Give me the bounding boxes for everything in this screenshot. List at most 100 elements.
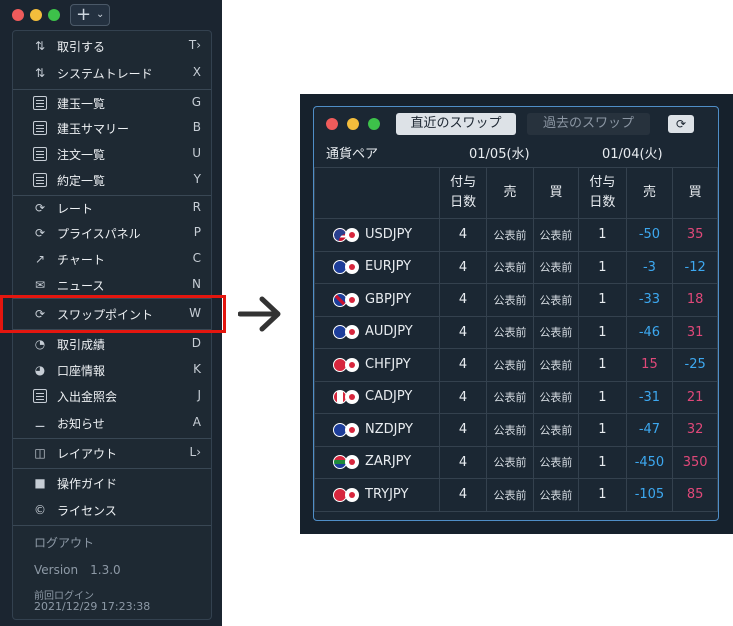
sell-swap-value: -450 (625, 445, 674, 479)
pair-name: AUDJPY (365, 324, 413, 340)
buy-swap-value: 350 (672, 445, 718, 479)
jpy-flag-icon (345, 455, 359, 470)
days-cell: 1 (578, 445, 627, 479)
menu-item-layout[interactable]: ◫ レイアウト L› (13, 441, 211, 467)
version-label: Version 1.3.0 (34, 563, 121, 577)
days-cell: 1 (578, 348, 627, 382)
sell-cell: 公表前 (486, 315, 534, 349)
list-icon (33, 173, 47, 187)
submenu-indicator: T› (188, 38, 201, 52)
maximize-window-button[interactable] (368, 118, 380, 130)
buy-swap-value: -25 (672, 348, 718, 382)
list-icon (33, 96, 47, 110)
menu-item-executions[interactable]: 約定一覧 Y (13, 168, 211, 194)
logout-link[interactable]: ログアウト (34, 534, 94, 551)
menu-item-price-panel[interactable]: ⟳ プライスパネル P (13, 221, 211, 247)
minimize-window-button[interactable] (347, 118, 359, 130)
sell-cell: 公表前 (486, 413, 534, 447)
days-cell: 4 (438, 315, 488, 349)
submenu-indicator: L› (189, 445, 202, 459)
days-col-2: 付与 日数 (578, 167, 627, 219)
menu-item-positions[interactable]: 建玉一覧 G (13, 91, 211, 117)
table-row: NZDJPY 4 公表前 公表前 1 -47 32 (314, 413, 718, 447)
maximize-window-button[interactable] (48, 9, 60, 21)
sell-cell: 公表前 (486, 478, 534, 512)
days-cell: 4 (438, 413, 488, 447)
tab-past-swap[interactable]: 過去のスワップ (527, 113, 650, 135)
days-cell: 1 (578, 218, 627, 252)
buy-col-2: 買 (672, 167, 718, 219)
trade-icon: ⇅ (34, 39, 46, 53)
pair-cell: CADJPY (314, 380, 440, 414)
date1-header: 01/05(水) (469, 147, 530, 162)
days-cell: 4 (438, 380, 488, 414)
jpy-flag-icon (345, 227, 359, 242)
minimize-window-button[interactable] (30, 9, 42, 21)
swap-table: 付与 日数 売 買 付与 日数 売 買 USDJPY 4 公表前 公表前 1 -50 35 EUR… (314, 167, 718, 512)
table-row: USDJPY 4 公表前 公表前 1 -50 35 (314, 218, 718, 252)
menu-item-position-summary[interactable]: 建玉サマリー B (13, 116, 211, 142)
sell-cell: 公表前 (486, 218, 534, 252)
highlight-box (0, 295, 226, 333)
sell-swap-value: -46 (625, 315, 674, 349)
days-cell: 4 (438, 348, 488, 382)
days-cell: 1 (578, 413, 627, 447)
menu-item-performance[interactable]: ◔ 取引成績 D (13, 332, 211, 358)
sell-cell: 公表前 (486, 445, 534, 479)
table-row: GBPJPY 4 公表前 公表前 1 -33 18 (314, 283, 718, 317)
sell-swap-value: -3 (625, 250, 674, 284)
refresh-icon: ⟳ (675, 117, 687, 131)
chevron-down-icon: ⌄ (96, 9, 105, 20)
news-icon: ✉ (34, 278, 46, 292)
sell-swap-value: -31 (625, 380, 674, 414)
sell-col-2: 売 (625, 167, 674, 219)
jpy-flag-icon (345, 422, 359, 437)
close-window-button[interactable] (326, 118, 338, 130)
system-trade-icon: ⇅ (34, 66, 46, 80)
buy-cell: 公表前 (532, 380, 580, 414)
menu-item-notice[interactable]: ⚊ お知らせ A (13, 411, 211, 437)
jpy-flag-icon (345, 260, 359, 275)
buy-swap-value: 35 (672, 218, 718, 252)
new-window-button[interactable]: + ⌄ (70, 4, 110, 26)
menu-item-rate[interactable]: ⟳ レート R (13, 196, 211, 222)
rate-icon: ⟳ (34, 201, 46, 215)
table-row: CADJPY 4 公表前 公表前 1 -31 21 (314, 380, 718, 414)
sell-swap-value: 15 (625, 348, 674, 382)
table-row: TRYJPY 4 公表前 公表前 1 -105 85 (314, 478, 718, 512)
account-icon: ◕ (34, 363, 46, 377)
buy-swap-value: -12 (672, 250, 718, 284)
menu-item-guide[interactable]: ■ 操作ガイド (13, 471, 211, 497)
buy-cell: 公表前 (532, 315, 580, 349)
sell-cell: 公表前 (486, 250, 534, 284)
copyright-icon: © (34, 503, 46, 517)
last-login-time: 2021/12/29 17:23:38 (34, 600, 151, 613)
days-cell: 4 (438, 218, 488, 252)
bell-icon: ⚊ (34, 416, 46, 430)
menu-item-chart[interactable]: ↗ チャート C (13, 247, 211, 273)
table-row: ZARJPY 4 公表前 公表前 1 -450 350 (314, 445, 718, 479)
close-window-button[interactable] (12, 9, 24, 21)
date2-header: 01/04(火) (602, 147, 663, 162)
guide-icon: ■ (34, 476, 46, 490)
buy-cell: 公表前 (532, 218, 580, 252)
refresh-button[interactable]: ⟳ (668, 115, 694, 133)
days-cell: 1 (578, 315, 627, 349)
menu-item-license[interactable]: © ライセンス (13, 498, 211, 524)
jpy-flag-icon (345, 357, 359, 372)
tab-recent-swap[interactable]: 直近のスワップ (396, 113, 516, 135)
buy-swap-value: 31 (672, 315, 718, 349)
menu-item-system-trade[interactable]: ⇅ システムトレード X (13, 61, 211, 87)
menu-item-trade[interactable]: ⇅ 取引する T› (13, 34, 211, 60)
sell-swap-value: -105 (625, 478, 674, 512)
sell-cell: 公表前 (486, 380, 534, 414)
pair-name: CHFJPY (365, 356, 411, 372)
menu-item-orders[interactable]: 注文一覧 U (13, 142, 211, 168)
pair-name: NZDJPY (365, 421, 413, 437)
pair-cell: EURJPY (314, 250, 440, 284)
buy-cell: 公表前 (532, 250, 580, 284)
table-row: CHFJPY 4 公表前 公表前 1 15 -25 (314, 348, 718, 382)
menu-item-deposit[interactable]: 入出金照会 J (13, 384, 211, 410)
pair-cell: NZDJPY (314, 413, 440, 447)
menu-item-account[interactable]: ◕ 口座情報 K (13, 358, 211, 384)
